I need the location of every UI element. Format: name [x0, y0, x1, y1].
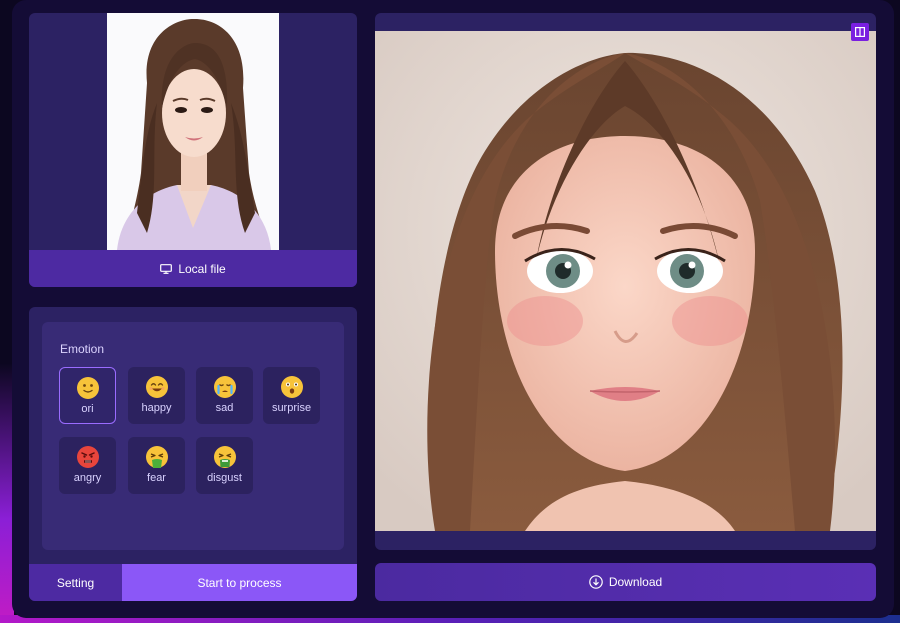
emotion-option-fear[interactable]: fear: [128, 437, 185, 494]
local-file-label: Local file: [178, 261, 226, 276]
emotion-option-ori[interactable]: ori: [59, 367, 116, 424]
smiling-face-icon: [145, 376, 168, 398]
emotion-option-happy[interactable]: happy: [128, 367, 185, 424]
local-file-button[interactable]: Local file: [29, 250, 357, 287]
emotion-label: fear: [147, 472, 166, 484]
angry-face-icon: [76, 446, 99, 468]
surprised-face-icon: [280, 376, 303, 398]
result-image: [375, 31, 876, 531]
emotion-label: surprise: [271, 402, 312, 414]
emotion-option-surprise[interactable]: surprise: [263, 367, 320, 424]
emotion-label: happy: [141, 402, 172, 414]
emotion-option-disgust[interactable]: disgust: [196, 437, 253, 494]
emotion-label: disgust: [207, 472, 242, 484]
download-circle-icon: [589, 575, 603, 589]
nauseated-face-icon: [213, 446, 236, 468]
download-button[interactable]: Download: [375, 563, 876, 601]
result-panel: [375, 13, 876, 550]
app-window: Local file Emotion ori happy sad surpris…: [12, 0, 894, 618]
emotion-selector: Emotion ori happy sad surprise angry fea…: [42, 322, 344, 550]
compare-view-button[interactable]: [851, 23, 869, 41]
vomiting-face-icon: [145, 446, 168, 468]
slightly-smiling-face-icon: [76, 377, 99, 399]
cartoon-portrait-image: [375, 31, 876, 531]
source-photo: [107, 13, 279, 250]
download-label: Download: [608, 575, 663, 589]
start-process-button[interactable]: Start to process: [122, 564, 357, 601]
emotion-option-sad[interactable]: sad: [196, 367, 253, 424]
setting-tab[interactable]: Setting: [29, 564, 122, 601]
source-image-panel: Local file: [29, 13, 357, 287]
emotion-label: sad: [215, 402, 234, 414]
emotion-label: ori: [81, 403, 94, 415]
monitor-icon: [160, 263, 173, 274]
emotion-option-angry[interactable]: angry: [59, 437, 116, 494]
portrait-image: [107, 13, 279, 250]
settings-panel: Emotion ori happy sad surprise angry fea…: [29, 307, 357, 601]
emotion-label: angry: [73, 472, 102, 484]
split-view-icon: [855, 27, 865, 37]
emotion-title: Emotion: [60, 342, 105, 356]
crying-face-icon: [213, 376, 236, 398]
